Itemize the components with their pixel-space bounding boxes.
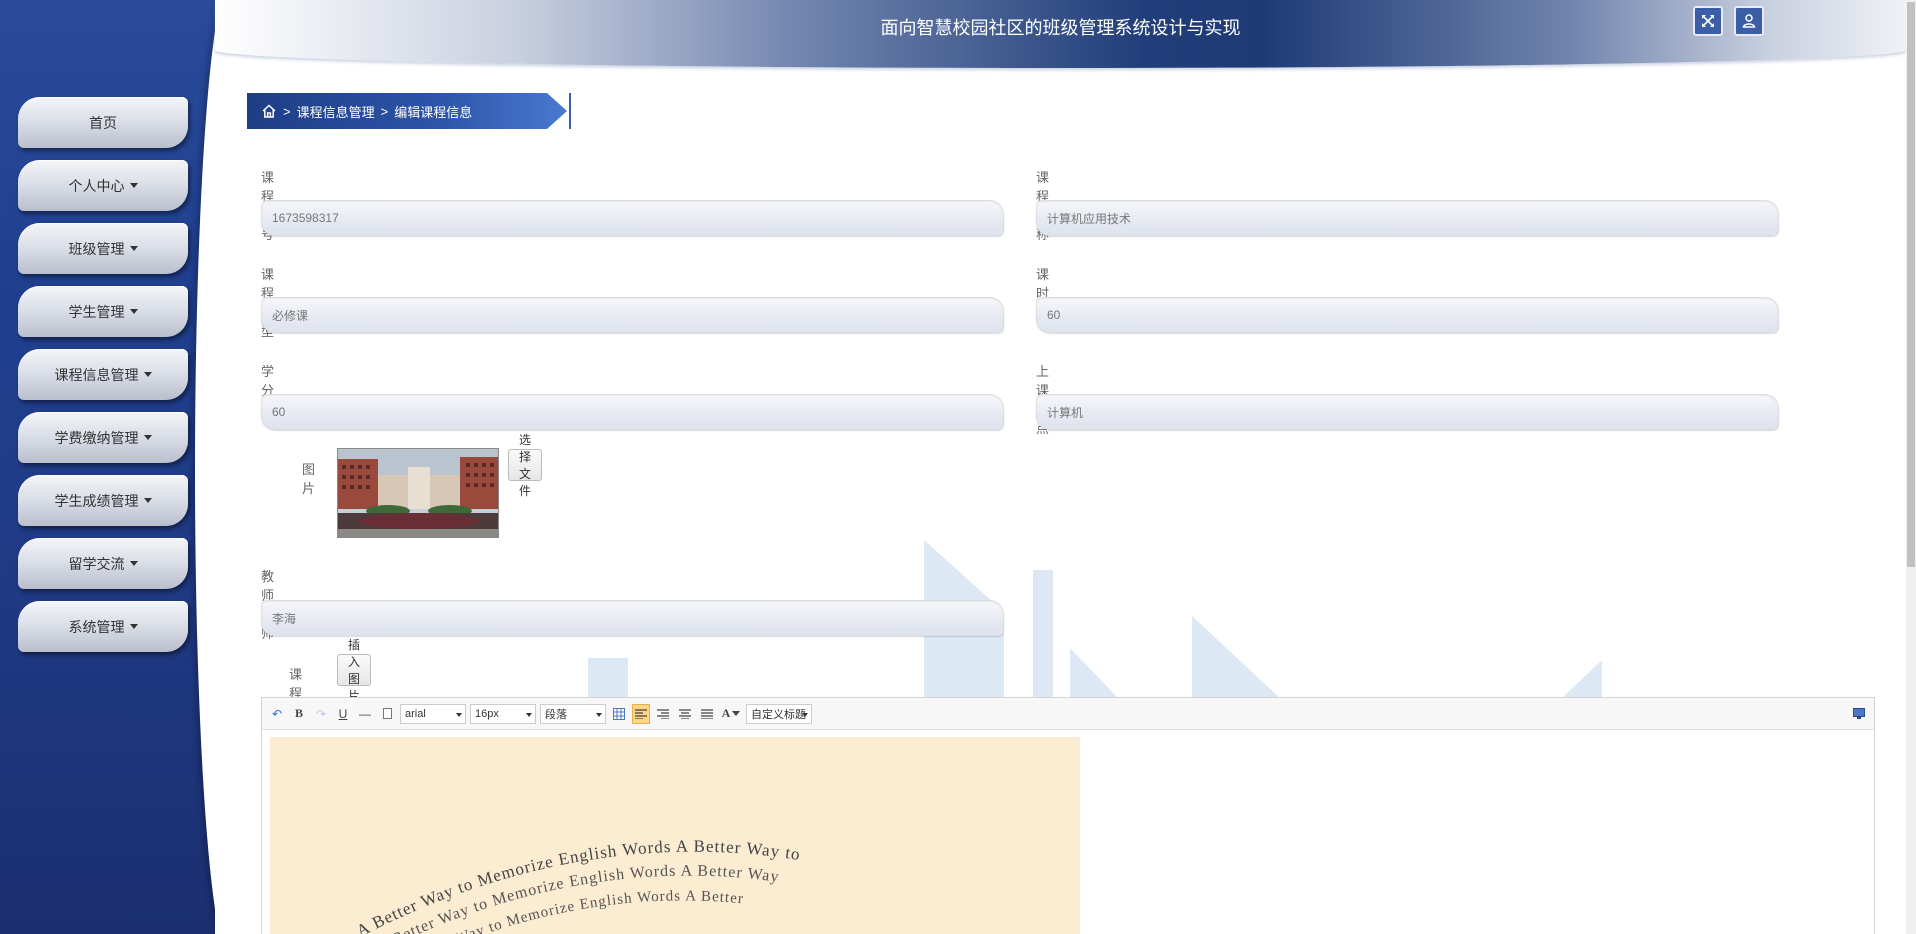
table-icon — [613, 707, 625, 720]
breadcrumb: > 课程信息管理 > 编辑课程信息 — [247, 93, 567, 129]
choose-file-button[interactable]: 选择文件 — [508, 433, 543, 498]
bold-button[interactable]: B — [290, 704, 308, 724]
background-decoration — [1070, 648, 1120, 700]
caret-down-icon — [143, 498, 152, 503]
align-left-icon — [635, 708, 647, 719]
home-icon[interactable] — [261, 103, 277, 119]
course-no-field[interactable]: 1673598317 — [261, 200, 1004, 236]
breadcrumb-edit-course: 编辑课程信息 — [394, 104, 473, 120]
sidebar-item-label: 班级管理 — [68, 240, 125, 257]
picture-label: 图片 — [302, 462, 316, 496]
sidebar-item-label: 首页 — [89, 114, 117, 131]
page-scrollbar[interactable] — [1906, 0, 1916, 934]
justify-button[interactable] — [698, 704, 716, 724]
horizontal-rule-icon: — — [359, 706, 371, 721]
hours-field[interactable]: 60 — [1036, 297, 1779, 333]
align-center-button[interactable] — [676, 704, 694, 724]
undo-icon: ↶ — [271, 706, 283, 721]
justify-icon — [701, 708, 713, 719]
underline-button[interactable]: U — [334, 704, 352, 724]
sidebar-item-class-management[interactable]: 班级管理 — [18, 223, 188, 274]
font-size-select[interactable]: 16px — [470, 703, 536, 724]
sidebar-item-grade-management[interactable]: 学生成绩管理 — [18, 475, 188, 526]
background-decoration — [1192, 616, 1282, 700]
page-title: 面向智慧校园社区的班级管理系统设计与实现 — [880, 18, 1241, 38]
caret-down-icon — [129, 183, 138, 188]
caret-down-icon — [129, 624, 138, 629]
breadcrumb-course-management[interactable]: 课程信息管理 — [297, 102, 375, 121]
header-banner: 面向智慧校园社区的班级管理系统设计与实现 — [215, 0, 1906, 68]
table-button[interactable] — [610, 704, 628, 724]
paragraph-select[interactable]: 段落 — [540, 703, 606, 724]
sidebar-item-label: 课程信息管理 — [54, 366, 139, 383]
sidebar-item-system-management[interactable]: 系统管理 — [18, 601, 188, 652]
underline-icon: U — [338, 706, 348, 721]
insert-image-button[interactable]: 插入图片 — [337, 638, 372, 703]
monitor-icon — [1853, 708, 1865, 719]
caret-down-icon — [129, 561, 138, 566]
sidebar-item-label: 学费缴纳管理 — [54, 429, 139, 446]
course-picture — [337, 448, 499, 538]
caret-down-icon — [732, 711, 741, 716]
course-name-field[interactable]: 计算机应用技术 — [1036, 200, 1779, 236]
sidebar-item-home[interactable]: 首页 — [18, 97, 188, 148]
breadcrumb-separator: > — [380, 103, 389, 119]
font-color-icon: A — [721, 706, 731, 720]
course-type-field[interactable]: 必修课 — [261, 297, 1004, 333]
breadcrumb-separator: > — [283, 103, 291, 119]
caret-down-icon — [143, 435, 152, 440]
sidebar-item-label: 个人中心 — [68, 177, 125, 194]
editor-toolbar: ↶ B ↷ U — arial 16px 段落 A 自定义标题 — [262, 698, 1874, 730]
teacher-field[interactable]: 李海 — [261, 600, 1004, 636]
caret-down-icon — [129, 309, 138, 314]
font-color-button[interactable]: A — [720, 704, 742, 724]
bold-icon: B — [294, 706, 303, 720]
schedule-image: A Better Way to Memorize English Words A… — [270, 737, 1080, 934]
sidebar-item-personal-center[interactable]: 个人中心 — [18, 160, 188, 211]
align-left-button[interactable] — [632, 703, 650, 724]
sidebar-item-course-management[interactable]: 课程信息管理 — [18, 349, 188, 400]
fullscreen-button[interactable] — [1693, 6, 1723, 36]
breadcrumb-divider — [569, 93, 571, 129]
sidebar-item-label: 学生成绩管理 — [54, 492, 139, 509]
fullscreen-editor-button[interactable] — [1850, 704, 1868, 724]
horizontal-rule-button[interactable]: — — [356, 704, 374, 724]
background-decoration — [588, 658, 628, 700]
page-button[interactable] — [378, 704, 396, 724]
sidebar: 首页 个人中心 班级管理 学生管理 课程信息管理 学费缴纳管理 学生成绩管理 留… — [0, 0, 215, 934]
align-right-icon — [657, 708, 669, 719]
redo-button[interactable]: ↷ — [312, 704, 330, 724]
schedule-editor[interactable]: ↶ B ↷ U — arial 16px 段落 A 自定义标题 A Better… — [261, 697, 1875, 934]
campus-photo — [338, 449, 498, 537]
arched-text-image: A Better Way to Memorize English Words A… — [353, 837, 801, 934]
location-field[interactable]: 计算机 — [1036, 394, 1779, 430]
user-button[interactable] — [1734, 6, 1764, 36]
sidebar-item-student-management[interactable]: 学生管理 — [18, 286, 188, 337]
sidebar-item-study-abroad[interactable]: 留学交流 — [18, 538, 188, 589]
scrollbar-thumb[interactable] — [1907, 2, 1915, 567]
align-right-button[interactable] — [654, 704, 672, 724]
background-decoration — [1560, 660, 1602, 700]
page-icon — [382, 708, 392, 719]
align-center-icon — [679, 708, 691, 719]
sidebar-item-label: 留学交流 — [68, 555, 125, 572]
custom-title-select[interactable]: 自定义标题 — [746, 703, 812, 724]
fullscreen-icon — [1702, 15, 1714, 27]
sidebar-menu: 首页 个人中心 班级管理 学生管理 课程信息管理 学费缴纳管理 学生成绩管理 留… — [18, 97, 188, 664]
redo-icon: ↷ — [315, 706, 327, 721]
sidebar-item-label: 系统管理 — [68, 618, 125, 635]
undo-button[interactable]: ↶ — [268, 704, 286, 724]
font-family-select[interactable]: arial — [400, 703, 466, 724]
sidebar-item-label: 学生管理 — [68, 303, 125, 320]
user-icon — [1742, 14, 1756, 28]
caret-down-icon — [143, 372, 152, 377]
sidebar-item-tuition-management[interactable]: 学费缴纳管理 — [18, 412, 188, 463]
caret-down-icon — [129, 246, 138, 251]
credits-field[interactable]: 60 — [261, 394, 1004, 430]
background-decoration — [1033, 570, 1053, 700]
